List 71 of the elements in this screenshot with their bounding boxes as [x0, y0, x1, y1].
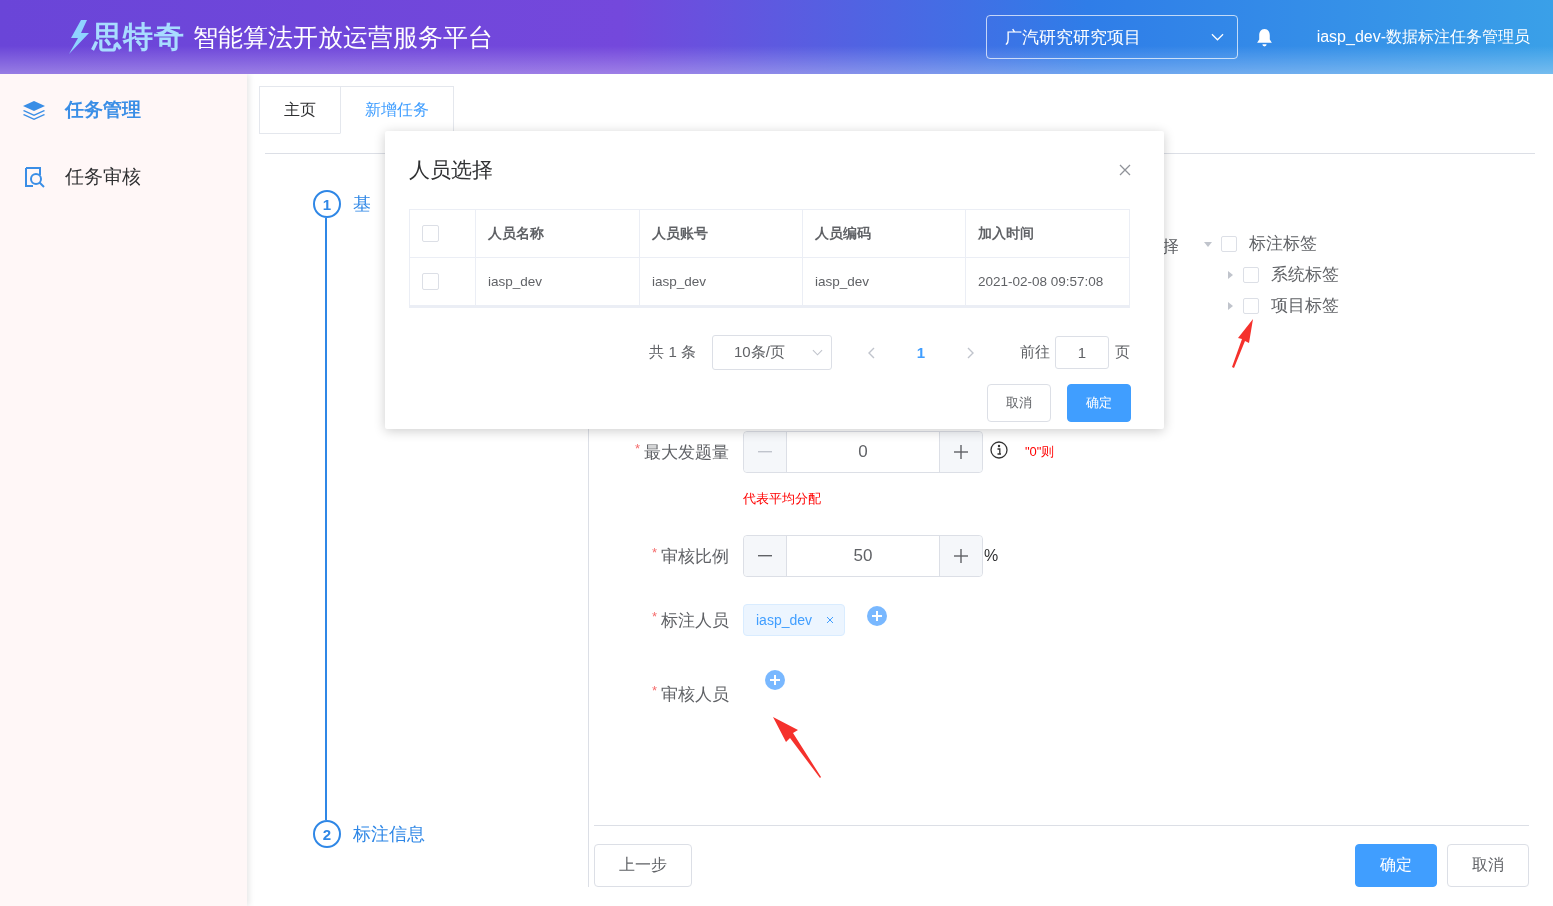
required-asterisk: *	[634, 441, 640, 456]
plus-icon	[954, 549, 968, 563]
total-count: 共 1 条	[649, 343, 696, 362]
hint-text: 代表平均分配	[743, 490, 822, 508]
expand-arrow-icon[interactable]	[1204, 239, 1212, 248]
dialog-title: 人员选择	[409, 157, 493, 183]
chevron-down-icon	[1210, 33, 1224, 41]
step-label: 基	[353, 193, 371, 216]
add-icon[interactable]	[867, 606, 888, 626]
next-page-icon[interactable]	[967, 346, 974, 359]
increase-button[interactable]	[939, 536, 982, 576]
field-label: 最大发题量	[644, 442, 729, 464]
sidebar-item[interactable]: 任务审核	[0, 155, 247, 199]
bell-icon[interactable]	[1255, 27, 1273, 47]
cancel-button[interactable]: 取消	[1447, 844, 1529, 887]
number-input[interactable]: 50	[743, 535, 983, 577]
goto-label: 前往	[1020, 343, 1050, 362]
decrease-button[interactable]	[744, 536, 787, 576]
logo-text: 思特奇	[92, 18, 185, 55]
table-cell: iasp_dev	[488, 274, 543, 289]
checkbox[interactable]	[1243, 266, 1259, 283]
field-label: 审核比例	[661, 546, 729, 568]
column-header: 人员名称	[488, 224, 544, 243]
table-cell: iasp_dev	[652, 274, 707, 289]
page-unit-label: 页	[1115, 343, 1130, 362]
page-size-select[interactable]: 10条/页	[712, 335, 832, 370]
info-icon[interactable]	[990, 441, 1008, 459]
field-label: 审核人员	[661, 684, 729, 706]
close-icon[interactable]	[826, 616, 835, 624]
tab[interactable]: 主页	[259, 86, 341, 134]
checkbox[interactable]	[1243, 297, 1259, 314]
tree-item-label[interactable]: 项目标签	[1271, 294, 1339, 317]
required-asterisk: *	[651, 683, 657, 698]
expand-arrow-icon[interactable]	[1226, 301, 1234, 310]
required-asterisk: *	[651, 609, 657, 624]
increase-button[interactable]	[939, 432, 982, 472]
platform-title: 智能算法开放运营服务平台	[193, 21, 493, 53]
minus-icon	[758, 555, 772, 557]
step-label: 标注信息	[353, 823, 425, 846]
tree-item-label[interactable]: 标注标签	[1249, 232, 1317, 255]
previous-page-icon[interactable]	[868, 346, 875, 359]
step-number: 1	[313, 190, 341, 218]
checkbox[interactable]	[1221, 235, 1237, 252]
checkbox[interactable]	[422, 273, 439, 290]
number-input[interactable]: 0	[743, 431, 983, 473]
required-asterisk: *	[651, 545, 657, 560]
checkbox[interactable]	[422, 225, 439, 242]
arrow-drawing	[772, 716, 822, 780]
page-input[interactable]: 1	[1055, 336, 1109, 369]
close-icon[interactable]	[1119, 164, 1131, 176]
document-search-icon	[22, 166, 46, 188]
project-select[interactable]: 广汽研究研究项目	[985, 15, 1238, 59]
plus-icon	[954, 445, 968, 459]
minus-icon	[758, 451, 772, 453]
table-cell: iasp_dev	[815, 274, 870, 289]
step-number: 2	[313, 820, 341, 848]
add-icon[interactable]	[765, 670, 785, 690]
cancel-button[interactable]: 取消	[987, 384, 1051, 422]
unit-label: %	[984, 547, 999, 565]
layers-icon	[22, 99, 46, 121]
hint-text: "0"则	[1025, 443, 1055, 461]
chevron-down-icon	[812, 349, 823, 356]
previous-button[interactable]: 上一步	[594, 844, 692, 887]
column-header: 人员编码	[815, 224, 871, 243]
expand-arrow-icon[interactable]	[1226, 270, 1234, 279]
column-header: 加入时间	[978, 224, 1034, 243]
field-label: 标注人员	[661, 610, 729, 632]
tree-item-label[interactable]: 系统标签	[1271, 263, 1339, 286]
column-header: 人员账号	[652, 224, 708, 243]
arrow-drawing	[1230, 317, 1256, 369]
table-cell: 2021-02-08 09:57:08	[978, 274, 1104, 289]
